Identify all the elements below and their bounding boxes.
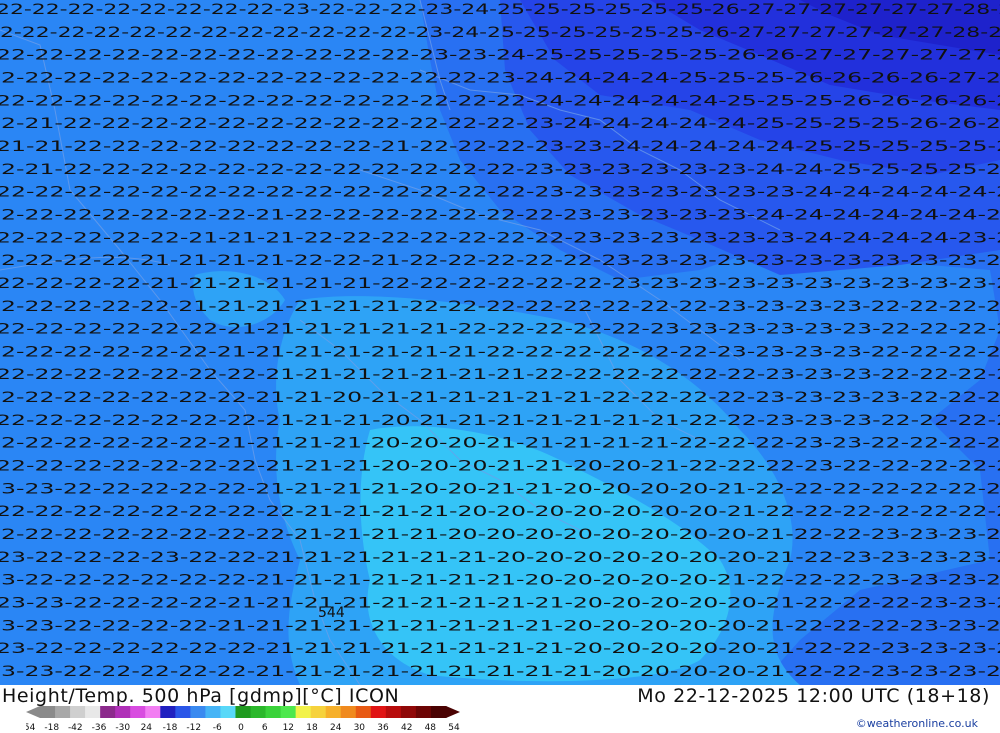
map-footer: Height/Temp. 500 hPa [gdmp][°C] ICON Mo …: [0, 685, 1000, 733]
scale-swatch: [400, 706, 417, 718]
scale-swatch: [40, 706, 56, 718]
scale-swatch: [70, 706, 86, 718]
isotherm-row: 22-22-22-22-22-22-22-22-23-22-22-22-23-2…: [0, 2, 1000, 18]
scale-swatch: [235, 706, 252, 718]
color-scale-ticks: -54 -18 -42 -36 -30 24 -18 -12 -6 0 6 12 18 24 30 36 42 4…: [26, 723, 460, 732]
isotherm-row: 23-23-22-22-22-22-22-21-21-21-21-21-21-2…: [0, 664, 1000, 680]
scale-swatch: [340, 706, 357, 718]
scale-right-arrow: [446, 706, 460, 718]
isotherm-row: 22-22-22-22-22-22-22-21-21-20-21-21-21-2…: [0, 390, 1000, 406]
scale-swatch: [430, 706, 447, 718]
scale-left-arrow: [26, 706, 40, 718]
map-canvas: 22-22-22-22-22-22-22-22-23-22-22-22-23-2…: [0, 0, 1000, 685]
isotherm-row: 22-22-22-22-21-21-21-21-22-22-21-22-22-2…: [0, 253, 1000, 269]
isotherm-row: 22-22-22-22-22-22-22-22-22-22-22-23-23-2…: [0, 48, 1000, 64]
scale-tick-label: 54: [448, 723, 460, 732]
isotherm-row: 22-21-22-22-22-22-22-22-22-22-22-22-22-2…: [0, 162, 1000, 178]
scale-tick-label: -30: [115, 723, 130, 732]
isotherm-row: 22-22-22-22-22-22-21-21-21-21-21-21-21-2…: [0, 344, 1000, 360]
forecast-datetime: Mo 22-12-2025 12:00 UTC (18+18): [637, 685, 990, 707]
scale-tick-label: 24: [141, 723, 153, 732]
scale-tick-label: 6: [262, 723, 268, 732]
isotherm-row: 22-22-22-22-22-21-21-21-21-21-21-22-22-2…: [0, 299, 1000, 315]
isotherm-row: 22-22-22-22-22-22-22-21-21-21-20-20-20-2…: [0, 459, 1000, 475]
scale-tick-label: 12: [283, 723, 294, 732]
scale-swatch: [175, 706, 191, 718]
scale-swatch: [325, 706, 342, 718]
isotherm-row: 22-22-22-22-21-21-21-21-21-21-22-22-22-2…: [0, 276, 1000, 292]
scale-tick-label: 36: [377, 723, 389, 732]
scale-tick-label: 30: [354, 723, 366, 732]
scale-swatch: [160, 706, 176, 718]
scale-tick-label: 42: [401, 723, 412, 732]
isotherm-row: 22-22-22-22-22-22-22-22-22-22-22-22-22-2…: [0, 71, 1000, 87]
isotherm-row: 23-22-22-22-22-22-22-21-21-21-21-21-21-2…: [0, 641, 1000, 657]
scale-swatch: [265, 706, 282, 718]
scale-tick-label: -54: [26, 723, 36, 732]
scale-tick-label: -12: [186, 723, 201, 732]
isotherm-row: 22-22-22-22-22-22-22-21-21-21-21-21-21-2…: [0, 367, 1000, 383]
isotherm-row: 21-21-22-22-22-22-22-22-22-22-21-22-22-2…: [0, 139, 1000, 155]
scale-swatch: [145, 706, 161, 718]
scale-tick-label: 24: [330, 723, 342, 732]
isotherm-row: 22-22-22-22-22-21-21-21-22-22-22-22-22-2…: [0, 230, 1000, 246]
color-scale-legend: -54 -18 -42 -36 -30 24 -18 -12 -6 0 6 12 18 24 30 36 42 4…: [26, 706, 460, 732]
scale-tick-label: -18: [44, 723, 59, 732]
isotherm-row: 23-23-22-22-22-22-22-21-21-21-21-20-20-2…: [0, 481, 1000, 497]
temperature-map[interactable]: 22-22-22-22-22-22-22-22-23-22-22-22-23-2…: [0, 0, 1000, 685]
isotherm-row: 23-22-22-22-22-22-22-21-21-21-21-21-21-2…: [0, 573, 1000, 589]
scale-tick-label: -18: [163, 723, 178, 732]
scale-swatch: [190, 706, 206, 718]
isotherm-row: 22-22-22-22-22-22-22-22-22-22-22-22-23-2…: [0, 25, 1000, 41]
scale-tick-label: -36: [92, 723, 107, 732]
scale-swatch: [355, 706, 372, 718]
isotherm-row: 22-22-22-22-22-22-21-21-21-21-20-20-20-2…: [0, 436, 1000, 452]
scale-swatch: [205, 706, 221, 718]
scale-swatch: [295, 706, 312, 718]
isotherm-row: 22-22-22-22-22-22-22-22-21-21-21-21-20-2…: [0, 527, 1000, 543]
scale-swatch: [310, 706, 327, 718]
scale-tick-label: 48: [425, 723, 437, 732]
height-label: 544: [318, 605, 345, 621]
scale-tick-label: -6: [213, 723, 222, 732]
isotherm-row: 22-22-22-22-22-22-22-22-22-22-22-22-22-2…: [0, 185, 1000, 201]
scale-swatch: [55, 706, 71, 718]
scale-swatch: [385, 706, 402, 718]
scale-swatch: [370, 706, 387, 718]
isotherm-row: 22-22-22-22-22-22-22-22-21-21-21-21-20-2…: [0, 504, 1000, 520]
color-scale-swatches: [26, 706, 460, 718]
scale-swatch: [85, 706, 101, 718]
scale-tick-label: -42: [68, 723, 83, 732]
scale-swatch: [220, 706, 236, 718]
map-title: Height/Temp. 500 hPa [gdmp][°C] ICON: [2, 685, 400, 707]
scale-tick-label: 18: [306, 723, 318, 732]
isotherm-row: 23-22-22-22-23-22-22-21-21-21-21-21-21-2…: [0, 550, 1000, 566]
isotherm-row: 23-23-22-22-22-22-21-21-21-21-21-21-21-2…: [0, 618, 1000, 634]
scale-swatch: [250, 706, 267, 718]
scale-swatch: [130, 706, 146, 718]
isotherm-row: 22-22-22-22-22-22-21-21-21-21-21-21-22-2…: [0, 322, 1000, 338]
isotherm-row: 22-21-22-22-22-22-22-22-22-22-22-22-22-2…: [0, 116, 1000, 132]
source-credit[interactable]: ©weatheronline.co.uk: [856, 717, 978, 730]
isotherm-row: 22-22-22-22-22-22-22-21-21-21-20-21-21-2…: [0, 413, 1000, 429]
scale-swatch: [100, 706, 116, 718]
isotherm-row: 23-23-22-22-22-22-21-21-21-21-21-21-21-2…: [0, 596, 1000, 612]
scale-swatch: [115, 706, 131, 718]
scale-swatch: [280, 706, 297, 718]
isotherm-row: 22-22-22-22-22-22-22-21-22-22-22-22-22-2…: [0, 207, 1000, 223]
scale-tick-label: 0: [238, 723, 244, 732]
scale-swatch: [415, 706, 432, 718]
isotherm-row: 22-22-22-22-22-22-22-22-22-22-22-22-22-2…: [0, 93, 1000, 109]
